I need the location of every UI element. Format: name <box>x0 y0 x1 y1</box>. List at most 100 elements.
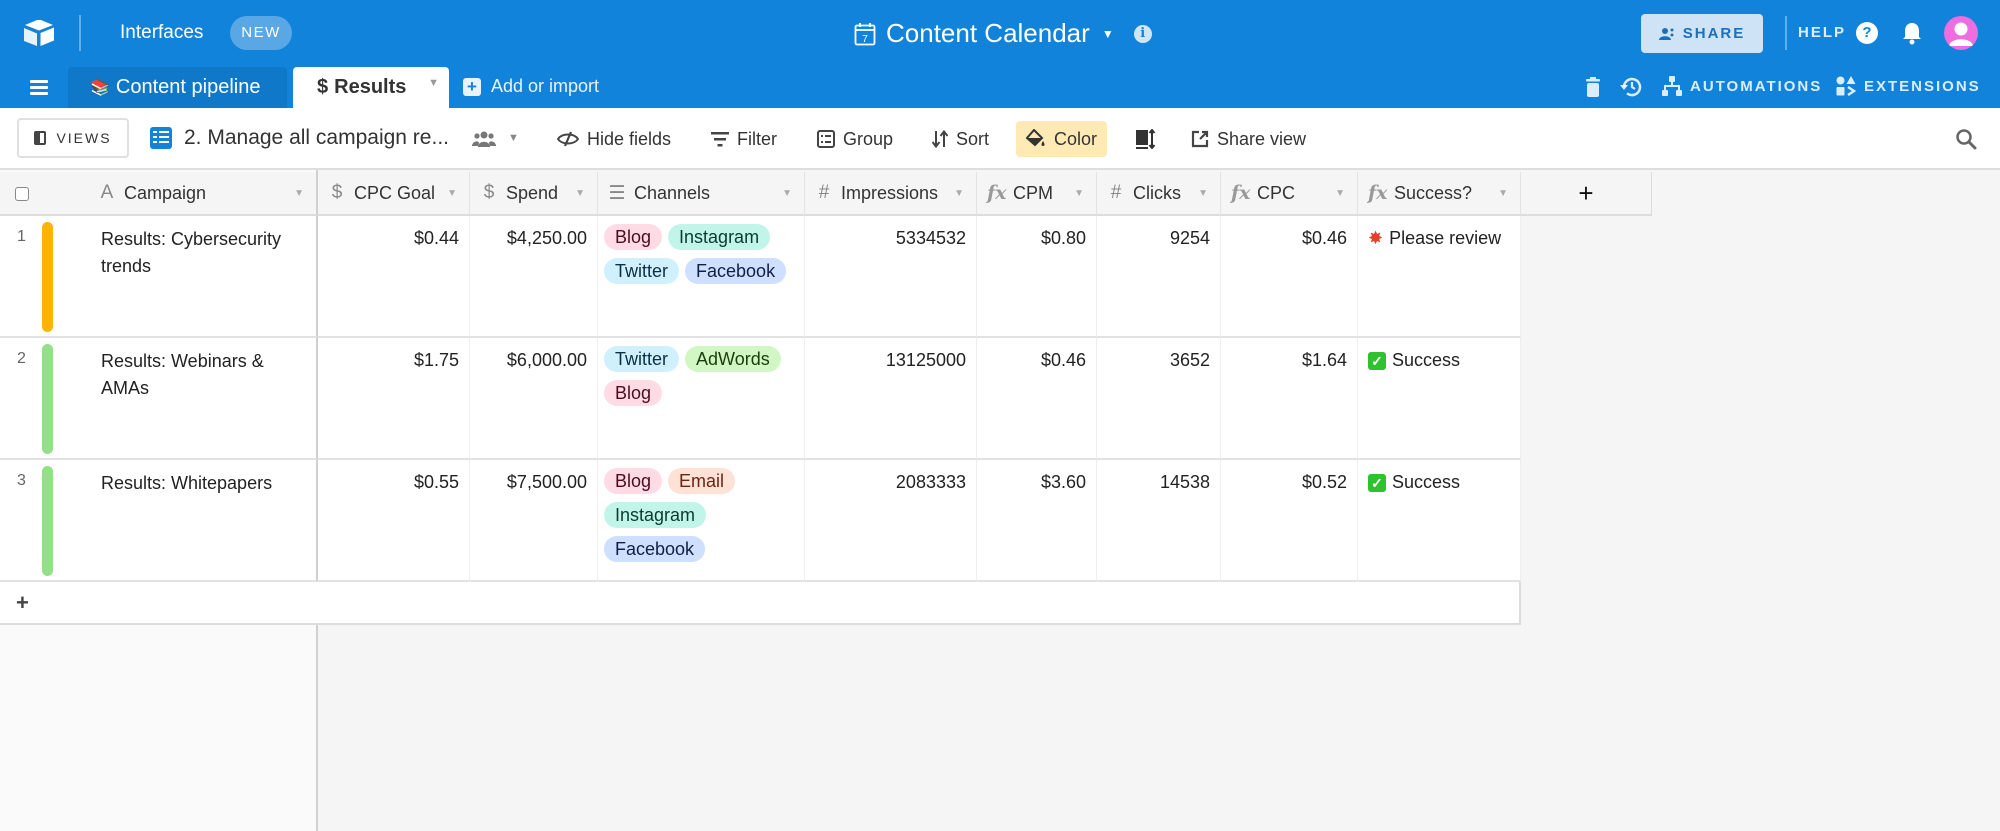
hide-fields-button[interactable]: Hide fields <box>557 125 671 153</box>
tab-content-pipeline[interactable]: 📚 Content pipeline <box>68 67 287 108</box>
column-header-cpc-goal[interactable]: $ CPC Goal ▼ <box>318 172 470 216</box>
campaign-cell[interactable]: Results: Whitepapers <box>101 470 301 497</box>
clicks-cell[interactable]: 3652 <box>1097 338 1221 460</box>
channel-pill: Instagram <box>668 224 771 250</box>
share-button[interactable]: SHARE <box>1641 14 1763 53</box>
column-header-spend[interactable]: $ Spend ▼ <box>470 172 598 216</box>
channel-pills: Blog Email Instagram Facebook <box>598 460 798 562</box>
column-header-clicks[interactable]: # Clicks ▼ <box>1097 172 1221 216</box>
bell-icon[interactable] <box>1900 20 1924 46</box>
add-import-label: Add or import <box>491 76 600 96</box>
tab-results[interactable]: $ Results ▼ <box>293 67 449 108</box>
color-button[interactable]: Color <box>1016 121 1108 157</box>
channel-pill: Twitter <box>604 346 680 372</box>
trash-icon[interactable] <box>1585 77 1601 97</box>
chevron-down-icon[interactable]: ▼ <box>575 188 585 199</box>
column-name: Spend <box>506 182 559 203</box>
add-or-import-button[interactable]: + Add or import <box>463 76 599 97</box>
search-icon[interactable] <box>1955 128 1977 150</box>
spend-cell[interactable]: $6,000.00 <box>470 338 598 460</box>
chevron-down-icon[interactable]: ▼ <box>1498 188 1508 199</box>
spend-cell[interactable]: $4,250.00 <box>470 216 598 338</box>
column-header-cpm[interactable]: fx CPM ▼ <box>977 172 1097 216</box>
collaborative-view-icon[interactable] <box>472 130 496 148</box>
row-color-indicator <box>42 222 53 332</box>
column-header-impressions[interactable]: # Impressions ▼ <box>805 172 977 216</box>
channels-cell[interactable]: Blog Instagram Twitter Facebook <box>598 216 805 338</box>
cpm-cell[interactable]: $0.80 <box>977 216 1097 338</box>
success-cell[interactable]: ✓ Success <box>1358 338 1521 460</box>
chevron-down-icon[interactable]: ▼ <box>428 77 439 89</box>
cpc-goal-cell[interactable]: $1.75 <box>318 338 470 460</box>
success-cell[interactable]: ✓ Success <box>1358 460 1521 582</box>
spend-cell[interactable]: $7,500.00 <box>470 460 598 582</box>
add-record-row[interactable]: + <box>0 582 318 625</box>
view-name: 2. Manage all campaign re... <box>184 126 449 149</box>
channels-cell[interactable]: Blog Email Instagram Facebook <box>598 460 805 582</box>
filter-button[interactable]: Filter <box>711 125 777 153</box>
impressions-cell[interactable]: 13125000 <box>805 338 977 460</box>
column-header-cpc[interactable]: fx CPC ▼ <box>1221 172 1358 216</box>
sort-button[interactable]: Sort <box>932 125 989 153</box>
table-row-primary[interactable]: 3 Results: Whitepapers <box>0 460 318 582</box>
hamburger-menu-icon[interactable] <box>30 80 48 95</box>
channel-pill: Instagram <box>604 502 707 528</box>
info-icon[interactable]: i <box>1133 24 1152 43</box>
campaign-cell[interactable]: Results: Webinars & AMAs <box>101 348 301 402</box>
airtable-logo-icon[interactable] <box>22 18 56 48</box>
column-header-channels[interactable]: ☰ Channels ▼ <box>598 172 805 216</box>
row-height-icon[interactable] <box>1136 129 1156 149</box>
column-header-success[interactable]: fx Success? ▼ <box>1358 172 1521 216</box>
chevron-down-icon[interactable]: ▼ <box>1102 27 1114 41</box>
base-title[interactable]: 7 Content Calendar ▼ i <box>854 18 1152 49</box>
chevron-down-icon[interactable]: ▼ <box>954 188 964 199</box>
cpm-cell[interactable]: $3.60 <box>977 460 1097 582</box>
campaign-cell[interactable]: Results: Cybersecurity trends <box>101 226 301 280</box>
chevron-down-icon[interactable]: ▼ <box>1074 188 1084 199</box>
interfaces-link[interactable]: Interfaces <box>120 22 203 44</box>
add-record-button[interactable]: + <box>16 590 29 616</box>
chevron-down-icon[interactable]: ▼ <box>447 188 457 199</box>
cpm-cell[interactable]: $0.46 <box>977 338 1097 460</box>
cpc-cell[interactable]: $0.46 <box>1221 216 1358 338</box>
extensions-button[interactable]: EXTENSIONS <box>1836 76 1981 96</box>
channels-cell[interactable]: Twitter AdWords Blog <box>598 338 805 460</box>
channel-pill: AdWords <box>685 346 781 372</box>
success-cell[interactable]: ✸ Please review <box>1358 216 1521 338</box>
chevron-down-icon[interactable]: ▼ <box>1198 188 1208 199</box>
clicks-cell[interactable]: 14538 <box>1097 460 1221 582</box>
paint-bucket-icon <box>1026 129 1045 147</box>
add-record-row-extension[interactable] <box>318 582 1521 625</box>
question-icon[interactable]: ? <box>1856 22 1878 44</box>
automations-button[interactable]: AUTOMATIONS <box>1662 76 1822 96</box>
add-field-button[interactable]: + <box>1521 172 1652 216</box>
multiselect-field-icon: ☰ <box>608 182 626 204</box>
column-header-campaign[interactable]: A Campaign ▼ <box>0 172 318 216</box>
impressions-cell[interactable]: 2083333 <box>805 460 977 582</box>
table-row-primary[interactable]: 1 Results: Cybersecurity trends <box>0 216 318 338</box>
group-button[interactable]: Group <box>817 125 893 153</box>
group-icon <box>817 130 835 148</box>
chevron-down-icon[interactable]: ▼ <box>1335 188 1345 199</box>
clicks-cell[interactable]: 9254 <box>1097 216 1221 338</box>
cpc-goal-cell[interactable]: $0.44 <box>318 216 470 338</box>
share-label: SHARE <box>1682 25 1746 42</box>
history-icon[interactable] <box>1620 77 1642 97</box>
share-view-button[interactable]: Share view <box>1191 125 1306 153</box>
chevron-down-icon[interactable]: ▼ <box>508 132 519 144</box>
table-row-primary[interactable]: 2 Results: Webinars & AMAs <box>0 338 318 460</box>
cpc-cell[interactable]: $0.52 <box>1221 460 1358 582</box>
cpc-goal-cell[interactable]: $0.55 <box>318 460 470 582</box>
help-link[interactable]: HELP <box>1798 24 1846 41</box>
view-switcher[interactable]: 2. Manage all campaign re... <box>150 126 449 150</box>
tab-label: Results <box>334 76 407 98</box>
cpc-cell[interactable]: $1.64 <box>1221 338 1358 460</box>
select-all-checkbox[interactable] <box>15 187 29 201</box>
chevron-down-icon[interactable]: ▼ <box>294 188 304 199</box>
column-name: Success? <box>1394 182 1473 203</box>
user-avatar[interactable] <box>1944 16 1978 50</box>
chevron-down-icon[interactable]: ▼ <box>782 188 792 199</box>
share-view-label: Share view <box>1217 128 1307 149</box>
views-button[interactable]: VIEWS <box>17 118 129 158</box>
impressions-cell[interactable]: 5334532 <box>805 216 977 338</box>
